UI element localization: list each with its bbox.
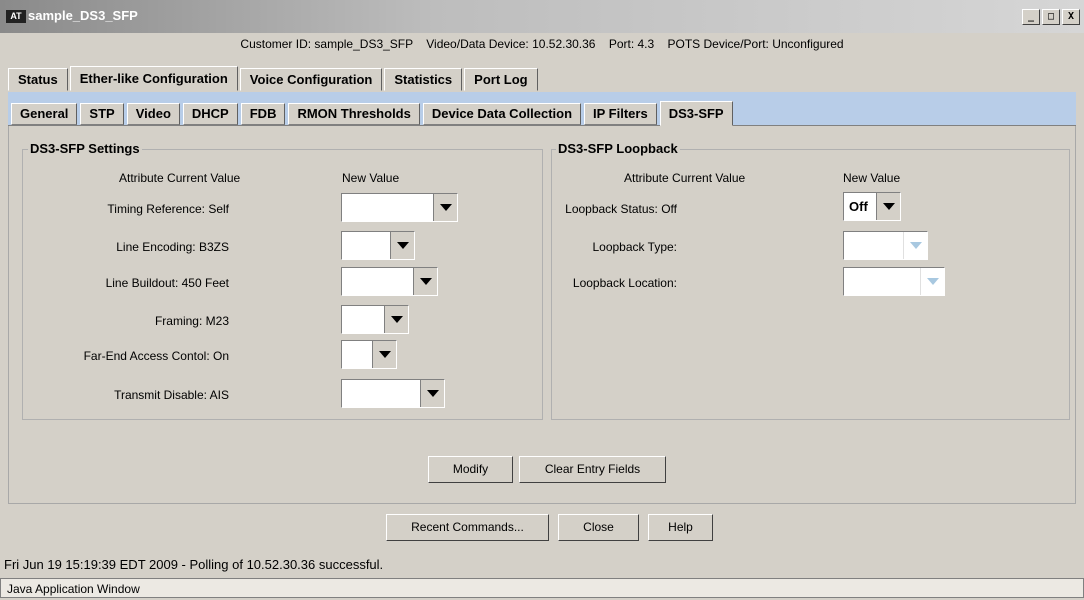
subtab-rmon-thresholds[interactable]: RMON Thresholds	[288, 103, 420, 125]
transmit-disable-label: Transmit Disable: AIS	[114, 388, 229, 402]
line-encoding-label: Line Encoding: B3ZS	[116, 240, 229, 254]
tab-ether-like-configuration[interactable]: Ether-like Configuration	[69, 66, 238, 91]
loopback-group-title: DS3-SFP Loopback	[556, 141, 680, 156]
subtab-general[interactable]: General	[11, 103, 78, 125]
window-status-label: Java Application Window	[0, 578, 1084, 598]
subtab-ds3-sfp[interactable]: DS3-SFP	[659, 101, 733, 126]
tab-status[interactable]: Status	[8, 68, 68, 91]
chevron-down-icon	[372, 341, 396, 368]
loopback-status-value: Off	[849, 199, 868, 214]
subtab-ip-filters[interactable]: IP Filters	[584, 103, 657, 125]
loopback-status-select[interactable]: Off	[843, 192, 901, 221]
subtab-dhcp[interactable]: DHCP	[182, 103, 238, 125]
subtab-video[interactable]: Video	[126, 103, 180, 125]
chevron-down-icon	[390, 232, 414, 259]
close-window-button[interactable]: X	[1062, 9, 1080, 25]
window-title: sample_DS3_SFP	[28, 8, 138, 23]
framing-select[interactable]	[341, 305, 409, 334]
chevron-down-icon	[433, 194, 457, 221]
settings-header-new-value: New Value	[342, 171, 400, 185]
clear-entry-fields-button[interactable]: Clear Entry Fields	[519, 456, 666, 483]
far-end-access-control-label: Far-End Access Contol: On	[83, 349, 229, 363]
main-tabs: Status Ether-like Configuration Voice Co…	[8, 66, 540, 92]
loopback-type-select[interactable]	[843, 231, 928, 260]
loopback-type-label: Loopback Type:	[592, 240, 677, 254]
title-bar: AT sample_DS3_SFP _ □ X	[0, 0, 1084, 33]
loopback-location-label: Loopback Location:	[572, 276, 677, 290]
close-button[interactable]: Close	[558, 514, 639, 541]
tab-port-log[interactable]: Port Log	[464, 68, 538, 91]
settings-header-attribute: Attribute Current Value	[119, 171, 241, 185]
help-button[interactable]: Help	[648, 514, 713, 541]
line-buildout-label: Line Buildout: 450 Feet	[105, 276, 229, 290]
status-message: Fri Jun 19 15:19:39 EDT 2009 - Polling o…	[4, 557, 384, 572]
maximize-button[interactable]: □	[1042, 9, 1060, 25]
transmit-disable-select[interactable]	[341, 379, 445, 408]
loopback-location-select[interactable]	[843, 267, 945, 296]
timing-reference-label: Timing Reference: Self	[107, 202, 229, 216]
chevron-down-icon	[903, 232, 927, 259]
sub-tabs: General STP Video DHCP FDB RMON Threshol…	[11, 101, 736, 126]
minimize-button[interactable]: _	[1022, 9, 1040, 25]
subtab-fdb[interactable]: FDB	[240, 103, 286, 125]
chevron-down-icon	[920, 268, 944, 295]
device-info: Customer ID: sample_DS3_SFP Video/Data D…	[240, 37, 844, 51]
settings-group-title: DS3-SFP Settings	[28, 141, 142, 156]
timing-reference-select[interactable]	[341, 193, 458, 222]
chevron-down-icon	[413, 268, 437, 295]
recent-commands-button[interactable]: Recent Commands...	[386, 514, 549, 541]
far-end-access-control-select[interactable]	[341, 340, 397, 369]
line-buildout-select[interactable]	[341, 267, 438, 296]
line-encoding-select[interactable]	[341, 231, 415, 260]
chevron-down-icon	[876, 193, 900, 220]
loopback-status-label: Loopback Status: Off	[565, 202, 677, 216]
subtab-stp[interactable]: STP	[80, 103, 124, 125]
subtab-device-data-collection[interactable]: Device Data Collection	[422, 103, 582, 125]
settings-group	[22, 149, 543, 420]
loopback-header-attribute: Attribute Current Value	[624, 171, 746, 185]
chevron-down-icon	[384, 306, 408, 333]
framing-label: Framing: M23	[154, 314, 229, 328]
loopback-header-new-value: New Value	[843, 171, 901, 185]
modify-button[interactable]: Modify	[428, 456, 513, 483]
tab-voice-configuration[interactable]: Voice Configuration	[239, 68, 383, 91]
tab-statistics[interactable]: Statistics	[384, 68, 463, 91]
chevron-down-icon	[420, 380, 444, 407]
app-logo-icon: AT	[6, 10, 26, 23]
